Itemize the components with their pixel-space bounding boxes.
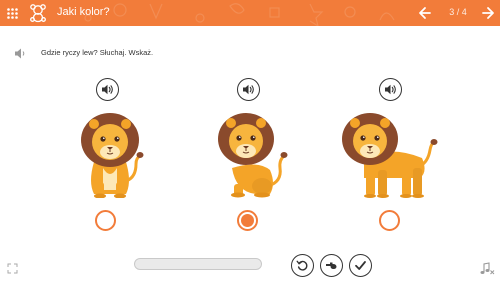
lion-sitting-front[interactable]	[74, 112, 148, 198]
speaker-icon	[102, 84, 113, 95]
arrow-left-icon[interactable]	[418, 5, 432, 21]
answer-radio-2[interactable]	[237, 210, 258, 231]
expand-icon[interactable]	[7, 263, 18, 274]
hint-button[interactable]	[320, 254, 343, 277]
top-bar: Jaki kolor? 3 / 4	[0, 0, 500, 26]
lion-lying[interactable]	[216, 112, 292, 198]
play-sound-button-1[interactable]	[96, 78, 119, 101]
whistle-icon	[326, 262, 337, 269]
music-off-icon[interactable]	[479, 262, 495, 275]
speaker-icon[interactable]	[14, 47, 27, 60]
check-icon	[355, 261, 366, 270]
teddy-bear-icon	[30, 4, 46, 23]
activity-title: Jaki kolor?	[57, 6, 110, 18]
play-sound-button-3[interactable]	[379, 78, 402, 101]
lion-standing[interactable]	[340, 112, 440, 198]
arrow-right-icon[interactable]	[481, 5, 495, 21]
speaker-icon	[385, 84, 396, 95]
speaker-icon	[243, 84, 254, 95]
replay-icon	[296, 260, 308, 271]
page-counter: 3 / 4	[449, 7, 467, 17]
replay-button[interactable]	[291, 254, 314, 277]
progress-bar	[134, 258, 262, 270]
answer-radio-1[interactable]	[95, 210, 116, 231]
instruction-text: Gdzie ryczy lew? Słuchaj. Wskaż.	[41, 48, 154, 57]
answer-radio-3[interactable]	[379, 210, 400, 231]
play-sound-button-2[interactable]	[237, 78, 260, 101]
grid-icon[interactable]	[7, 8, 18, 19]
check-button[interactable]	[349, 254, 372, 277]
